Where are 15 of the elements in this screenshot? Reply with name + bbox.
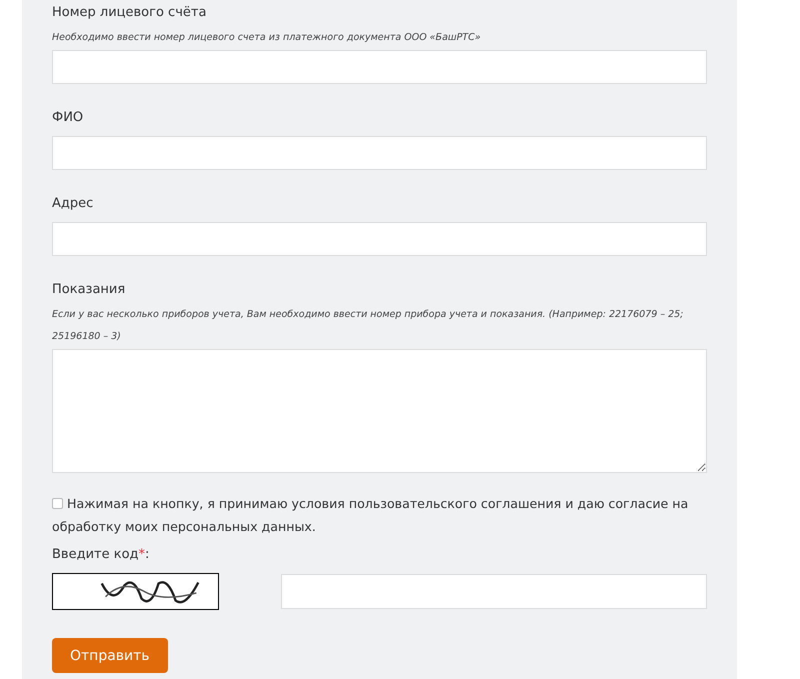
input-field[interactable]	[52, 222, 707, 256]
input-field[interactable]	[52, 50, 707, 84]
field-label: Адрес	[52, 195, 94, 212]
code-input-field[interactable]	[280, 574, 707, 609]
field-label: Номер лицевого счёта	[52, 4, 208, 21]
submit-button[interactable]: Отправить	[52, 638, 168, 673]
field-label: Введите код*:	[52, 546, 150, 563]
field-label: ФИО	[52, 109, 84, 126]
input-field[interactable]	[52, 136, 707, 170]
field-label: Показания	[52, 281, 126, 298]
consent-text: Нажимая на кнопку, я принимаю условия пользовательского соглашения и даю согласие на обработку моих персональных данных.	[52, 495, 690, 536]
field-hint: Если у вас несколько приборов учета, Вам необходимо ввести номер прибора учета и показания. (Например: 22176079 – 25; 25196180 – 3)	[52, 308, 684, 344]
field-hint: Необходимо ввести номер лицевого счета из платежного документа ООО «БашРТС»	[52, 31, 482, 45]
checkbox[interactable]	[52, 498, 63, 509]
textarea-field[interactable]	[52, 349, 707, 473]
